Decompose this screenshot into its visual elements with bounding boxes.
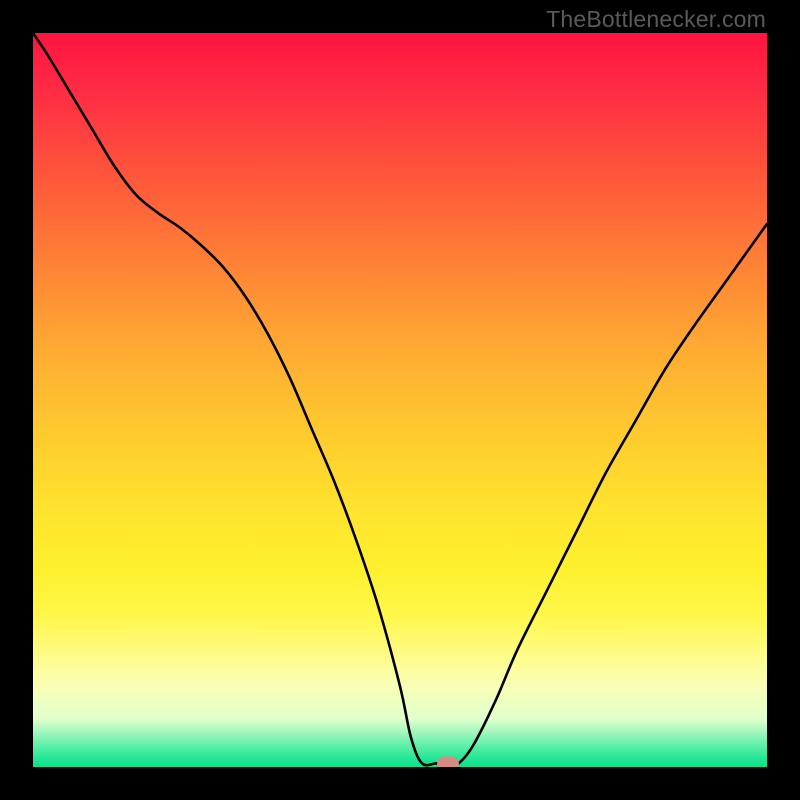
optimal-point-marker	[437, 757, 459, 767]
gradient-green-band	[33, 719, 767, 767]
gradient-background	[33, 33, 767, 767]
gradient-main	[33, 33, 767, 719]
chart-frame: TheBottlenecker.com	[0, 0, 800, 800]
watermark-text: TheBottlenecker.com	[546, 6, 766, 33]
plot-area	[33, 33, 767, 767]
